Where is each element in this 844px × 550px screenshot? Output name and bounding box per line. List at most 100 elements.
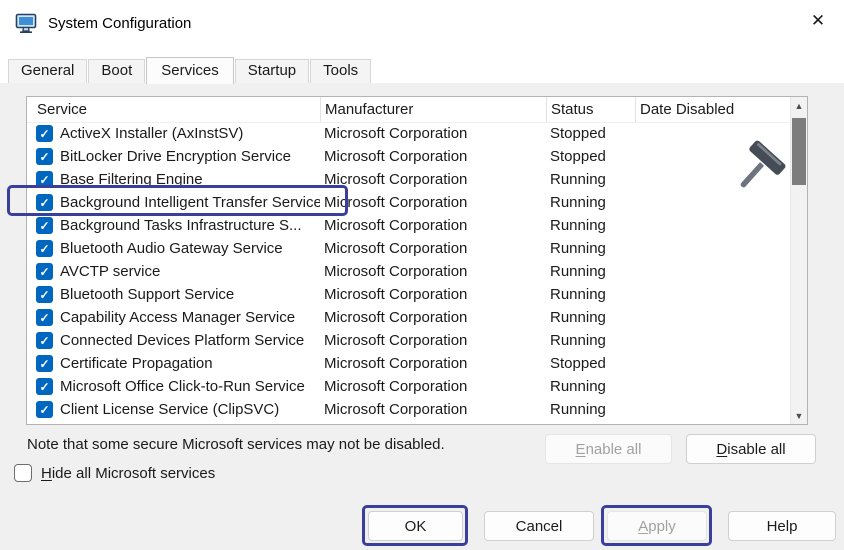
service-manufacturer: Microsoft Corporation bbox=[320, 240, 546, 257]
hide-services-label: Hide all Microsoft services bbox=[41, 465, 215, 482]
service-name: Bluetooth Support Service bbox=[60, 286, 234, 303]
system-configuration-app-icon bbox=[14, 11, 38, 35]
service-manufacturer: Microsoft Corporation bbox=[320, 125, 546, 142]
checkbox-check-icon: ✓ bbox=[39, 381, 49, 393]
service-name: Background Intelligent Transfer Service bbox=[60, 194, 320, 211]
table-row[interactable]: ✓ Client License Service (ClipSVC) Micro… bbox=[27, 398, 790, 421]
services-tab-page: Service Manufacturer Status Date Disable… bbox=[0, 83, 844, 550]
tab-boot[interactable]: Boot bbox=[88, 59, 145, 83]
table-row[interactable]: ✓ Certificate Propagation Microsoft Corp… bbox=[27, 352, 790, 375]
column-header-status[interactable]: Status bbox=[546, 97, 635, 122]
window-top-region: System Configuration ✕ General Boot Serv… bbox=[0, 0, 844, 83]
table-row[interactable]: ✓ Connected Devices Platform Service Mic… bbox=[27, 329, 790, 352]
service-status: Running bbox=[546, 240, 635, 257]
services-list-header: Service Manufacturer Status Date Disable… bbox=[27, 97, 790, 123]
service-name: Client License Service (ClipSVC) bbox=[60, 401, 279, 418]
scrollbar-thumb[interactable] bbox=[792, 118, 806, 185]
service-name: Connected Devices Platform Service bbox=[60, 332, 304, 349]
service-status: Stopped bbox=[546, 148, 635, 165]
tab-startup[interactable]: Startup bbox=[235, 59, 309, 83]
checkbox-check-icon: ✓ bbox=[39, 243, 49, 255]
checkbox-check-icon: ✓ bbox=[39, 151, 49, 163]
service-manufacturer: Microsoft Corporation bbox=[320, 194, 546, 211]
service-name: Microsoft Office Click-to-Run Service bbox=[60, 378, 305, 395]
table-row[interactable]: ✓ ActiveX Installer (AxInstSV) Microsoft… bbox=[27, 122, 790, 145]
service-rows: ✓ ActiveX Installer (AxInstSV) Microsoft… bbox=[27, 122, 790, 424]
tab-general[interactable]: General bbox=[8, 59, 87, 83]
column-header-service[interactable]: Service bbox=[27, 97, 320, 122]
cancel-button[interactable]: Cancel bbox=[484, 511, 594, 541]
service-checkbox[interactable]: ✓ bbox=[36, 263, 53, 280]
table-row[interactable]: ✓ Background Intelligent Transfer Servic… bbox=[27, 191, 790, 214]
service-checkbox[interactable]: ✓ bbox=[36, 171, 53, 188]
service-manufacturer: Microsoft Corporation bbox=[320, 171, 546, 188]
checkbox-check-icon: ✓ bbox=[39, 128, 49, 140]
service-status: Stopped bbox=[546, 355, 635, 372]
scroll-down-icon[interactable]: ▼ bbox=[791, 407, 807, 424]
service-name: Background Tasks Infrastructure S... bbox=[60, 217, 302, 234]
service-status: Running bbox=[546, 309, 635, 326]
disable-all-button[interactable]: Disable all bbox=[686, 434, 816, 464]
tab-tools[interactable]: Tools bbox=[310, 59, 371, 83]
service-checkbox[interactable]: ✓ bbox=[36, 401, 53, 418]
table-row[interactable]: ✓ Background Tasks Infrastructure S... M… bbox=[27, 214, 790, 237]
service-status: Running bbox=[546, 286, 635, 303]
service-name: Bluetooth Audio Gateway Service bbox=[60, 240, 283, 257]
hide-services-checkbox[interactable] bbox=[14, 464, 32, 482]
table-row[interactable]: ✓ Bluetooth Support Service Microsoft Co… bbox=[27, 283, 790, 306]
service-status: Running bbox=[546, 401, 635, 418]
service-checkbox[interactable]: ✓ bbox=[36, 355, 53, 372]
service-name: Base Filtering Engine bbox=[60, 171, 203, 188]
scroll-up-icon[interactable]: ▲ bbox=[791, 97, 807, 114]
checkbox-check-icon: ✓ bbox=[39, 266, 49, 278]
table-row[interactable]: ✓ Bluetooth Audio Gateway Service Micros… bbox=[27, 237, 790, 260]
service-checkbox[interactable]: ✓ bbox=[36, 148, 53, 165]
table-row[interactable]: ✓ Base Filtering Engine Microsoft Corpor… bbox=[27, 168, 790, 191]
service-name: Certificate Propagation bbox=[60, 355, 213, 372]
ok-button[interactable]: OK bbox=[368, 511, 463, 541]
checkbox-check-icon: ✓ bbox=[39, 358, 49, 370]
service-status: Running bbox=[546, 332, 635, 349]
service-manufacturer: Microsoft Corporation bbox=[320, 263, 546, 280]
table-row[interactable]: ✓ AVCTP service Microsoft Corporation Ru… bbox=[27, 260, 790, 283]
table-row[interactable]: ✓ BitLocker Drive Encryption Service Mic… bbox=[27, 145, 790, 168]
service-status: Running bbox=[546, 171, 635, 188]
service-name: Capability Access Manager Service bbox=[60, 309, 295, 326]
close-icon[interactable]: ✕ bbox=[796, 2, 840, 40]
service-checkbox[interactable]: ✓ bbox=[36, 194, 53, 211]
service-manufacturer: Microsoft Corporation bbox=[320, 401, 546, 418]
service-checkbox[interactable]: ✓ bbox=[36, 378, 53, 395]
system-configuration-window: System Configuration ✕ General Boot Serv… bbox=[0, 0, 844, 550]
service-checkbox[interactable]: ✓ bbox=[36, 125, 53, 142]
table-row[interactable]: ✓ Capability Access Manager Service Micr… bbox=[27, 306, 790, 329]
hide-microsoft-services-checkbox-row[interactable]: Hide all Microsoft services bbox=[14, 464, 215, 482]
services-list: Service Manufacturer Status Date Disable… bbox=[26, 96, 808, 425]
checkbox-check-icon: ✓ bbox=[39, 312, 49, 324]
note-text: Note that some secure Microsoft services… bbox=[27, 436, 445, 453]
help-button[interactable]: Help bbox=[728, 511, 836, 541]
service-name: ActiveX Installer (AxInstSV) bbox=[60, 125, 243, 142]
service-name: AVCTP service bbox=[60, 263, 160, 280]
service-checkbox[interactable]: ✓ bbox=[36, 240, 53, 257]
service-manufacturer: Microsoft Corporation bbox=[320, 148, 546, 165]
service-status: Running bbox=[546, 217, 635, 234]
service-checkbox[interactable]: ✓ bbox=[36, 286, 53, 303]
column-header-date-disabled[interactable]: Date Disabled bbox=[635, 97, 790, 122]
services-scrollbar[interactable]: ▲ ▼ bbox=[790, 97, 807, 424]
apply-button[interactable]: Apply bbox=[607, 511, 707, 541]
service-status: Running bbox=[546, 263, 635, 280]
table-row[interactable]: ✓ Microsoft Office Click-to-Run Service … bbox=[27, 375, 790, 398]
service-checkbox[interactable]: ✓ bbox=[36, 332, 53, 349]
service-status: Stopped bbox=[546, 125, 635, 142]
checkbox-check-icon: ✓ bbox=[39, 174, 49, 186]
checkbox-check-icon: ✓ bbox=[39, 404, 49, 416]
tab-services[interactable]: Services bbox=[146, 57, 234, 84]
service-name: BitLocker Drive Encryption Service bbox=[60, 148, 291, 165]
service-status: Running bbox=[546, 378, 635, 395]
enable-all-button[interactable]: Enable all bbox=[545, 434, 672, 464]
column-header-manufacturer[interactable]: Manufacturer bbox=[320, 97, 546, 122]
service-manufacturer: Microsoft Corporation bbox=[320, 217, 546, 234]
service-checkbox[interactable]: ✓ bbox=[36, 309, 53, 326]
service-checkbox[interactable]: ✓ bbox=[36, 217, 53, 234]
checkbox-check-icon: ✓ bbox=[39, 289, 49, 301]
